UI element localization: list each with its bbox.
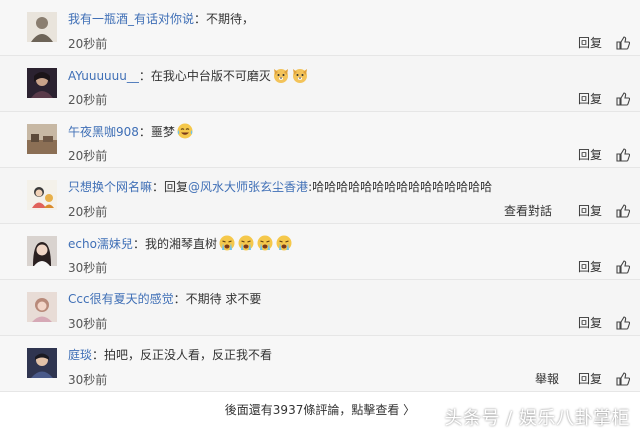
timestamp: 20秒前 — [68, 205, 108, 219]
comment-item: echo濡妹兒：我的湘琴直树 30秒前 回复 — [0, 224, 640, 280]
comment-actions: 回复 — [578, 258, 640, 275]
avatar[interactable] — [27, 292, 57, 322]
separator: ： — [194, 12, 207, 26]
chevron-right-icon: 〉 — [403, 403, 416, 417]
comment-text: 拍吧，反正没人看，反正我不看 — [104, 348, 273, 362]
comment-actions: 舉報 回复 — [535, 370, 640, 387]
avatar[interactable] — [27, 12, 57, 42]
thumbs-up-icon[interactable] — [616, 203, 630, 218]
reply-button[interactable]: 回复 — [578, 314, 602, 331]
separator: ： — [132, 237, 145, 251]
separator: ： — [152, 180, 165, 194]
username-link[interactable]: AYuuuuuu__ — [68, 69, 139, 83]
thumbs-up-icon[interactable] — [616, 315, 630, 330]
timestamp: 30秒前 — [68, 373, 108, 387]
comment-text: 不期待 求不要 — [185, 292, 262, 306]
comment-text: 我的湘琴直树 — [144, 237, 217, 251]
thumbs-up-icon[interactable] — [616, 371, 630, 386]
username-link[interactable]: 我有一瓶酒_有话对你说 — [68, 12, 194, 26]
reply-button[interactable]: 回复 — [578, 370, 602, 387]
thumbs-up-icon[interactable] — [616, 35, 630, 50]
thumbs-up-icon[interactable] — [616, 259, 630, 274]
separator: ： — [92, 348, 105, 362]
timestamp: 20秒前 — [68, 149, 108, 163]
crying-face-icon — [256, 234, 274, 252]
thumbs-up-icon[interactable] — [616, 91, 630, 106]
dog-face-icon — [272, 66, 290, 84]
timestamp: 30秒前 — [68, 317, 108, 331]
comment-text: 噩梦 — [150, 125, 175, 139]
reply-button[interactable]: 回复 — [578, 202, 602, 219]
reply-prefix: 回复 — [164, 180, 189, 194]
timestamp: 20秒前 — [68, 37, 108, 51]
avatar[interactable] — [27, 124, 57, 154]
comment-item: AYuuuuuu__：在我心中台版不可磨灭 20秒前 回复 — [0, 56, 640, 112]
avatar[interactable] — [27, 180, 57, 210]
laughing-tears-icon — [176, 122, 194, 140]
comment-actions: 查看對話 回复 — [504, 202, 640, 219]
username-link[interactable]: 午夜黑咖908 — [68, 125, 139, 139]
comment-item: 庭琰：拍吧，反正没人看，反正我不看 30秒前 舉報 回复 — [0, 336, 640, 392]
username-link[interactable]: 庭琰 — [68, 348, 92, 362]
watermark: 头条号 / 娱乐八卦掌柜 — [444, 408, 630, 429]
comment-actions: 回复 — [578, 34, 640, 51]
comment-list: 我有一瓶酒_有话对你说：不期待， 20秒前 回复 AYuuuuuu__：在我心中… — [0, 0, 640, 392]
separator: ： — [173, 292, 186, 306]
username-link[interactable]: echo濡妹兒 — [68, 237, 133, 251]
dog-face-icon — [291, 66, 309, 84]
mention-link[interactable]: @风水大师张玄尘香港 — [188, 180, 308, 194]
reply-button[interactable]: 回复 — [578, 34, 602, 51]
reply-button[interactable]: 回复 — [578, 146, 602, 163]
comment-item: 我有一瓶酒_有话对你说：不期待， 20秒前 回复 — [0, 0, 640, 56]
reply-button[interactable]: 回复 — [578, 90, 602, 107]
comment-item: 只想换个网名嘛：回复@风水大师张玄尘香港:哈哈哈哈哈哈哈哈哈哈哈哈哈哈哈 20秒… — [0, 168, 640, 224]
view-conversation-button[interactable]: 查看對話 — [504, 202, 552, 219]
crying-face-icon — [218, 234, 236, 252]
separator: ： — [138, 125, 151, 139]
comment-text: :哈哈哈哈哈哈哈哈哈哈哈哈哈哈哈 — [308, 180, 493, 194]
comment-actions: 回复 — [578, 314, 640, 331]
comment-text: 在我心中台版不可磨灭 — [150, 69, 271, 83]
reply-button[interactable]: 回复 — [578, 258, 602, 275]
timestamp: 30秒前 — [68, 261, 108, 275]
load-more-text: 後面還有3937條評論，點擊查看 — [224, 403, 400, 417]
separator: ： — [138, 69, 151, 83]
comment-item: Ccc很有夏天的感觉：不期待 求不要 30秒前 回复 — [0, 280, 640, 336]
comment-actions: 回复 — [578, 90, 640, 107]
comment-item: 午夜黑咖908：噩梦 20秒前 回复 — [0, 112, 640, 168]
username-link[interactable]: Ccc很有夏天的感觉 — [68, 292, 174, 306]
crying-face-icon — [237, 234, 255, 252]
comment-actions: 回复 — [578, 146, 640, 163]
timestamp: 20秒前 — [68, 93, 108, 107]
username-link[interactable]: 只想换个网名嘛 — [68, 180, 152, 194]
avatar[interactable] — [27, 348, 57, 378]
thumbs-up-icon[interactable] — [616, 147, 630, 162]
report-button[interactable]: 舉報 — [535, 370, 559, 387]
avatar[interactable] — [27, 236, 57, 266]
crying-face-icon — [275, 234, 293, 252]
comment-text: 不期待， — [206, 12, 255, 26]
avatar[interactable] — [27, 68, 57, 98]
